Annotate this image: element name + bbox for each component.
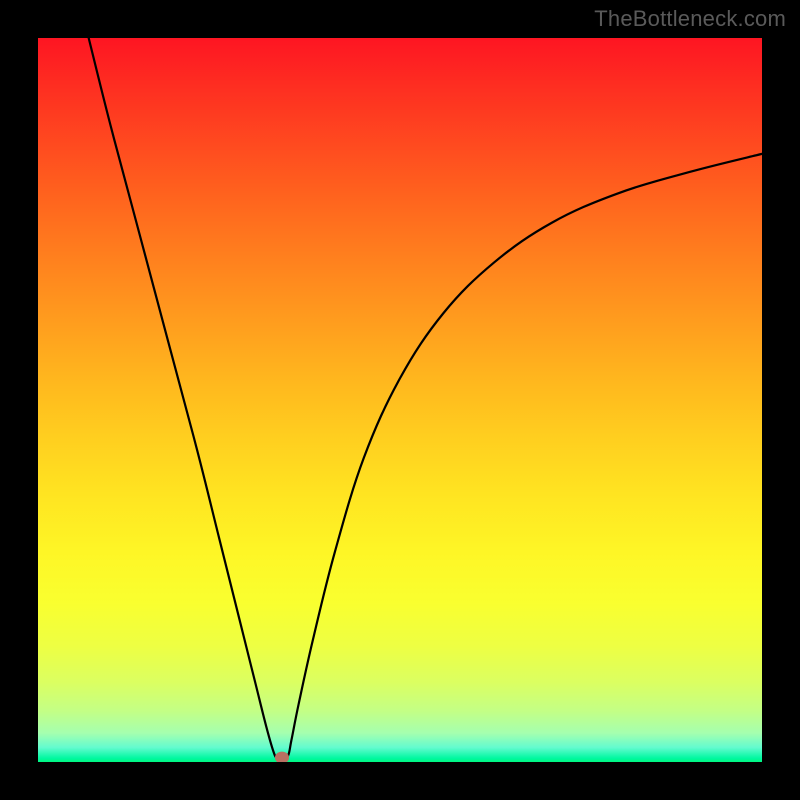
plot-area xyxy=(38,38,762,762)
minimum-marker-dot xyxy=(275,752,289,762)
watermark-text: TheBottleneck.com xyxy=(594,6,786,32)
chart-container: TheBottleneck.com xyxy=(0,0,800,800)
plot-svg xyxy=(38,38,762,762)
bottleneck-curve xyxy=(89,38,762,759)
